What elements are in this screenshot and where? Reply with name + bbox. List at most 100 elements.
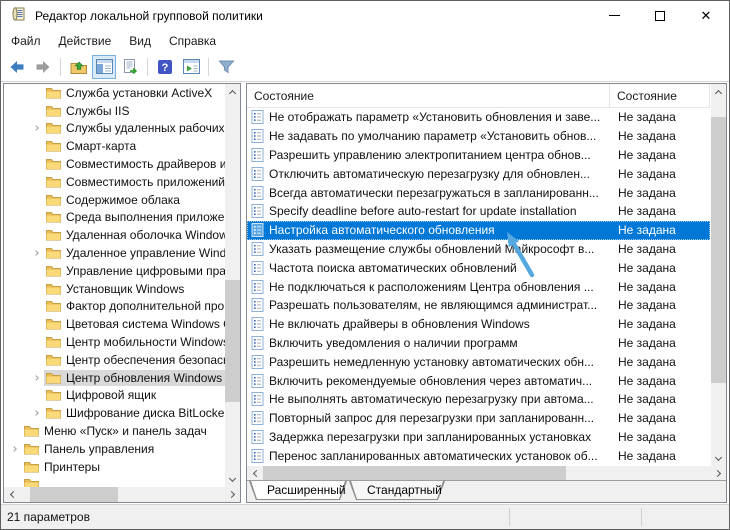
tree-item[interactable]: Служба установки ActiveX xyxy=(4,84,225,102)
tree-item[interactable]: Шифрование диска BitLocker xyxy=(4,404,225,422)
setting-row[interactable]: Не отображать параметр «Установить обнов… xyxy=(247,108,710,127)
list-vertical-scrollbar[interactable] xyxy=(711,84,726,466)
expand-chevron-icon[interactable] xyxy=(33,126,39,132)
setting-row[interactable]: Разрешить немедленную установку автомати… xyxy=(247,352,710,371)
tree-item[interactable]: Фактор дополнительной пров xyxy=(4,298,225,316)
gpedit-window: Редактор локальной групповой политики ✕ … xyxy=(0,0,730,530)
setting-row[interactable]: Specify deadline before auto-restart for… xyxy=(247,202,710,221)
policy-setting-icon xyxy=(251,148,264,162)
status-bar: 21 параметров xyxy=(1,504,729,529)
folder-icon xyxy=(46,105,61,117)
tree-item[interactable]: Центр мобильности Windows xyxy=(4,333,225,351)
policy-setting-icon xyxy=(251,411,264,425)
setting-state: Не задана xyxy=(610,129,710,143)
setting-row[interactable]: Всегда автоматически перезагружаться в з… xyxy=(247,183,710,202)
column-header-state[interactable]: Состояние xyxy=(610,84,710,107)
tree-item-label: Среда выполнения приложен xyxy=(66,210,225,224)
setting-row[interactable]: Не выполнять автоматическую перезагрузку… xyxy=(247,390,710,409)
maximize-button[interactable] xyxy=(637,1,683,30)
tab-standard[interactable]: Стандартный xyxy=(349,481,445,500)
minimize-button[interactable] xyxy=(591,1,637,30)
setting-name: Отключить автоматическую перезагрузку дл… xyxy=(269,167,610,181)
up-one-level-button[interactable] xyxy=(66,55,90,79)
setting-row[interactable]: Повторный запрос для перезагрузки при за… xyxy=(247,409,710,428)
setting-row[interactable]: Разрешить управлению электропитанием цен… xyxy=(247,146,710,165)
export-list-button[interactable] xyxy=(118,55,142,79)
column-header-setting[interactable]: Состояние xyxy=(247,84,610,107)
setting-row[interactable]: Разрешать пользователям, не являющимся а… xyxy=(247,296,710,315)
toolbar-separator xyxy=(208,58,209,76)
setting-state: Не задана xyxy=(610,186,710,200)
setting-name: Перенос запланированных автоматических у… xyxy=(269,449,610,463)
setting-row[interactable]: Отключить автоматическую перезагрузку дл… xyxy=(247,164,710,183)
menu-view[interactable]: Вид xyxy=(120,32,160,50)
tab-extended[interactable]: Расширенный xyxy=(249,481,347,500)
setting-state: Не задана xyxy=(610,374,710,388)
tree-item[interactable]: Удаленная оболочка Windows xyxy=(4,226,225,244)
list-horizontal-scrollbar[interactable] xyxy=(247,466,726,480)
help-button[interactable]: ? xyxy=(153,55,177,79)
setting-row[interactable]: Задержка перезагрузки при запланированны… xyxy=(247,428,710,447)
tree-item-label: Службы удаленных рабочих с xyxy=(66,121,225,135)
tree-item[interactable]: Удаленное управление Windo xyxy=(4,244,225,262)
show-window-button[interactable] xyxy=(179,55,203,79)
up-one-level-icon xyxy=(70,59,87,75)
setting-row[interactable]: Не подключаться к расположениям Центра о… xyxy=(247,277,710,296)
expand-chevron-icon[interactable] xyxy=(11,446,17,452)
tree-item[interactable]: Службы IIS xyxy=(4,102,225,120)
setting-row[interactable]: Перенос запланированных автоматических у… xyxy=(247,446,710,465)
tree-item[interactable]: Совместимость драйверов и у xyxy=(4,155,225,173)
minimize-icon xyxy=(609,15,620,16)
forward-button[interactable] xyxy=(31,55,55,79)
tree-item[interactable]: Центр обеспечения безопасн xyxy=(4,351,225,369)
scroll-left-icon xyxy=(9,491,16,498)
tree-item[interactable]: Цветовая система Windows Co xyxy=(4,315,225,333)
tree-item[interactable]: Центр обновления Windows xyxy=(4,369,225,387)
menu-file[interactable]: Файл xyxy=(2,32,50,50)
expand-chevron-icon[interactable] xyxy=(33,410,39,416)
tree-vertical-scrollbar[interactable] xyxy=(225,84,240,487)
folder-icon xyxy=(46,247,61,259)
tree-item[interactable] xyxy=(4,476,225,487)
tree-item[interactable]: Управление цифровыми прав xyxy=(4,262,225,280)
setting-row[interactable]: Включить рекомендуемые обновления через … xyxy=(247,371,710,390)
tree-horizontal-scrollbar[interactable] xyxy=(4,487,240,502)
policy-setting-icon xyxy=(251,374,264,388)
setting-row[interactable]: Настройка автоматического обновленияНе з… xyxy=(247,221,710,240)
setting-row[interactable]: Не задавать по умолчанию параметр «Устан… xyxy=(247,127,710,146)
filter-button[interactable] xyxy=(214,55,238,79)
policy-setting-icon xyxy=(251,242,264,256)
setting-row[interactable]: Не включать драйверы в обновления Window… xyxy=(247,315,710,334)
menu-help[interactable]: Справка xyxy=(160,32,225,50)
show-console-tree-button[interactable] xyxy=(92,55,116,79)
setting-name: Задержка перезагрузки при запланированны… xyxy=(269,430,610,444)
tree-item[interactable]: Установщик Windows xyxy=(4,280,225,298)
expand-chevron-icon[interactable] xyxy=(33,375,39,381)
tree-item[interactable]: Принтеры xyxy=(4,458,225,476)
close-button[interactable]: ✕ xyxy=(683,1,729,30)
tree-item[interactable]: Совместимость приложений xyxy=(4,173,225,191)
tree-item[interactable]: Меню «Пуск» и панель задач xyxy=(4,422,225,440)
setting-name: Не задавать по умолчанию параметр «Устан… xyxy=(269,129,610,143)
folder-icon xyxy=(46,300,61,312)
scroll-up-icon xyxy=(715,89,722,96)
tree-item[interactable]: Смарт-карта xyxy=(4,137,225,155)
tree-item-label: Меню «Пуск» и панель задач xyxy=(44,424,207,438)
menu-action[interactable]: Действие xyxy=(50,32,121,50)
tree-item[interactable]: Панель управления xyxy=(4,440,225,458)
tree-item[interactable]: Службы удаленных рабочих с xyxy=(4,120,225,138)
setting-name: Не отображать параметр «Установить обнов… xyxy=(269,110,610,124)
setting-row[interactable]: Частота поиска автоматических обновлений… xyxy=(247,258,710,277)
expand-chevron-icon[interactable] xyxy=(33,250,39,256)
setting-row[interactable]: Указать размещение службы обновлений Май… xyxy=(247,240,710,259)
setting-name: Разрешить немедленную установку автомати… xyxy=(269,355,610,369)
setting-state: Не задана xyxy=(610,317,710,331)
back-button[interactable] xyxy=(5,55,29,79)
tree-item[interactable]: Содержимое облака xyxy=(4,191,225,209)
policy-setting-icon xyxy=(251,261,264,275)
window-title: Редактор локальной групповой политики xyxy=(35,9,591,23)
tree-item[interactable]: Цифровой ящик xyxy=(4,387,225,405)
setting-row[interactable]: Включить уведомления о наличии программН… xyxy=(247,334,710,353)
tree-item[interactable]: Среда выполнения приложен xyxy=(4,209,225,227)
folder-icon xyxy=(24,443,39,455)
